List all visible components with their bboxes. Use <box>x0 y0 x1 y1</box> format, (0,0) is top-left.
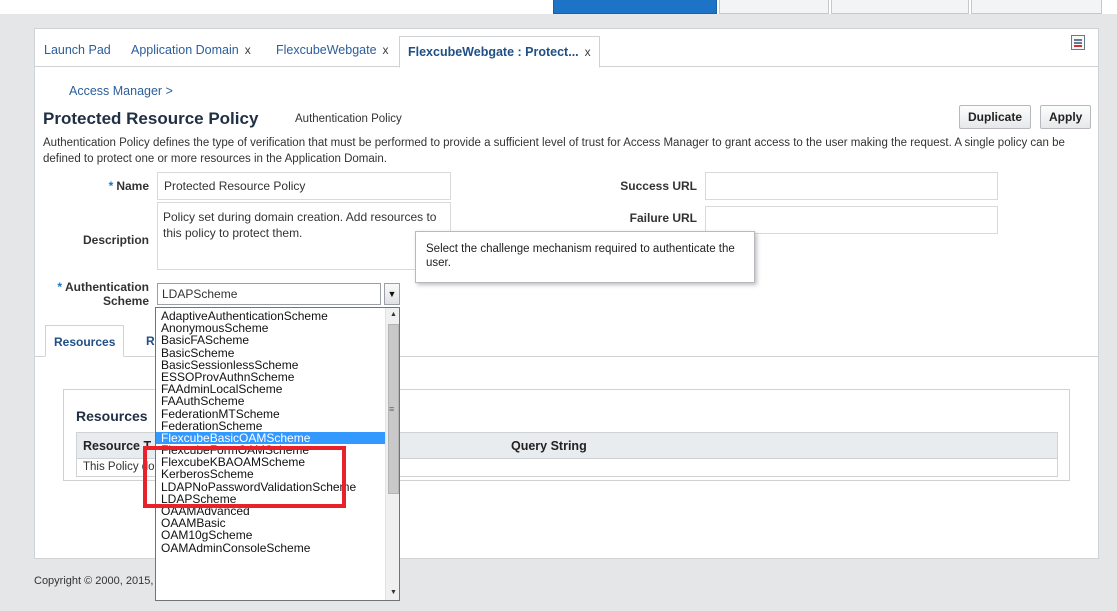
name-field[interactable]: Protected Resource Policy <box>157 172 451 200</box>
document-tabs: Launch Pad Application Domain x FlexcubeW… <box>35 35 1098 68</box>
tab-resources[interactable]: Resources <box>45 325 125 357</box>
export-icon[interactable] <box>1071 35 1085 50</box>
close-icon[interactable]: x <box>245 43 251 57</box>
dropdown-option[interactable]: BasicScheme <box>156 346 385 358</box>
scrollbar-grip-icon: ≡ <box>389 404 395 414</box>
dropdown-scrollbar[interactable]: ▲ ≡ ▼ <box>385 308 399 600</box>
tab-label: Launch Pad <box>44 43 111 57</box>
failure-url-label: Failure URL <box>629 211 697 225</box>
scroll-down-icon[interactable]: ▼ <box>386 586 399 600</box>
page-title: Protected Resource Policy <box>43 109 259 128</box>
tab-label: Application Domain <box>131 43 239 57</box>
top-toolbar-strip <box>0 0 1117 14</box>
top-button-2[interactable] <box>719 0 829 14</box>
auth-scheme-select-value[interactable]: LDAPScheme <box>157 283 381 305</box>
close-icon[interactable]: x <box>585 45 591 59</box>
required-marker: * <box>108 179 114 193</box>
column-resource-type[interactable]: Resource T <box>83 439 151 453</box>
name-label-text: Name <box>116 179 149 193</box>
success-url-label: Success URL <box>620 179 697 193</box>
dropdown-option[interactable]: BasicFAScheme <box>156 334 385 346</box>
dropdown-option[interactable]: OAM10gScheme <box>156 529 385 541</box>
top-primary-button[interactable] <box>553 0 717 14</box>
tab-label: FlexcubeWebgate : Protect... <box>408 45 579 59</box>
name-label: * Name <box>95 179 149 193</box>
auth-scheme-select[interactable]: LDAPScheme ▼ <box>157 283 400 305</box>
tab-application-domain[interactable]: Application Domain x <box>131 43 251 57</box>
close-icon[interactable]: x <box>383 43 389 57</box>
page-description: Authentication Policy defines the type o… <box>43 137 1065 165</box>
page-subtitle: Authentication Policy <box>295 113 402 125</box>
dropdown-option[interactable]: OAMAdminConsoleScheme <box>156 541 385 553</box>
auth-scheme-label: * Authentication Scheme <box>45 280 149 308</box>
dropdown-option[interactable]: FederationMTScheme <box>156 407 385 419</box>
copyright-footer: Copyright © 2000, 2015, <box>34 575 154 587</box>
breadcrumb[interactable]: Access Manager > <box>69 84 173 98</box>
annotation-highlight-box <box>143 446 346 508</box>
tooltip: Select the challenge mechanism required … <box>415 231 755 283</box>
description-field[interactable]: Policy set during domain creation. Add r… <box>157 202 451 270</box>
top-button-4[interactable] <box>971 0 1102 14</box>
column-query-string[interactable]: Query String <box>511 439 587 453</box>
apply-button[interactable]: Apply <box>1040 105 1092 129</box>
tab-launch-pad[interactable]: Launch Pad <box>44 43 111 57</box>
dropdown-option[interactable]: FAAuthScheme <box>156 395 385 407</box>
top-button-3[interactable] <box>831 0 969 14</box>
description-label: Description <box>82 233 149 247</box>
tab-flexcube-webgate[interactable]: FlexcubeWebgate x <box>276 43 389 57</box>
required-marker: * <box>57 280 62 294</box>
failure-url-field[interactable] <box>705 206 998 234</box>
success-url-field[interactable] <box>705 172 998 200</box>
auth-scheme-label-line1: Authentication <box>65 280 149 294</box>
duplicate-button[interactable]: Duplicate <box>959 105 1032 129</box>
chevron-down-icon[interactable]: ▼ <box>384 283 400 305</box>
dropdown-options: AdaptiveAuthenticationScheme AnonymousSc… <box>156 310 385 554</box>
tab-flexcube-webgate-protected[interactable]: FlexcubeWebgate : Protect... x <box>399 36 600 68</box>
auth-scheme-label-line2: Scheme <box>102 294 149 308</box>
scroll-up-icon[interactable]: ▲ <box>386 308 399 322</box>
tab-label: FlexcubeWebgate <box>276 43 377 57</box>
resources-title: Resources <box>76 408 148 424</box>
